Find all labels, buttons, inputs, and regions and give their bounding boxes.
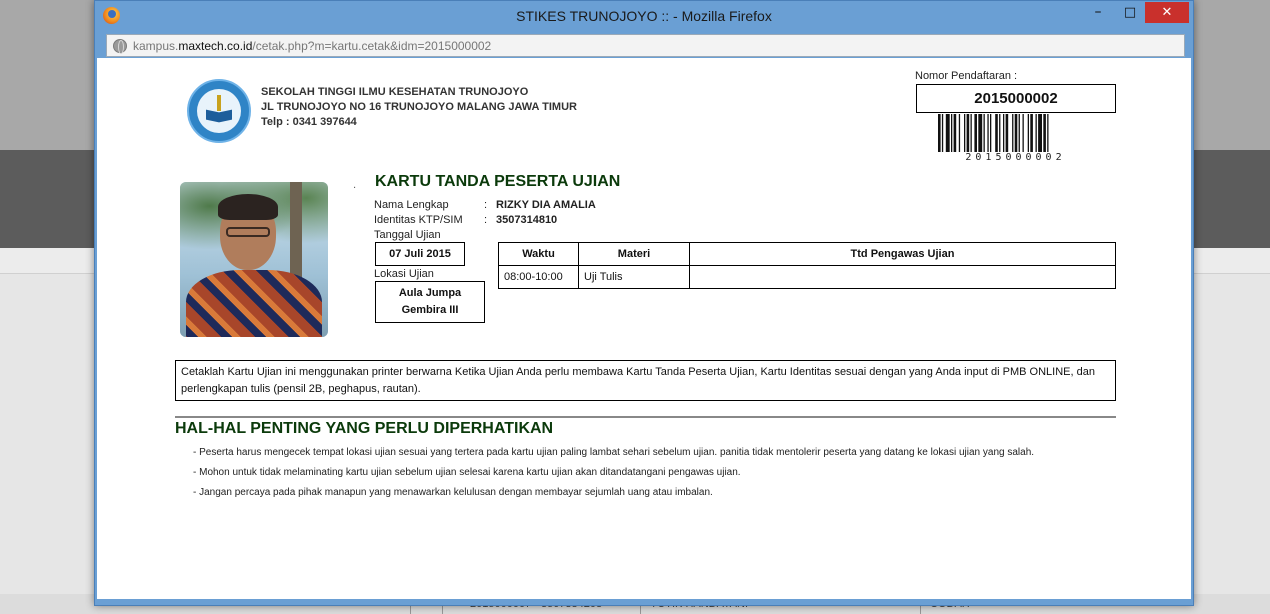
cell-waktu: 08:00-10:00 [498, 265, 579, 289]
window-title: STIKES TRUNOJOYO :: - Mozilla Firefox [516, 8, 772, 24]
participant-photo [180, 182, 328, 337]
col-ttd-pengawas: Ttd Pengawas Ujian [689, 242, 1116, 266]
section-divider [175, 416, 1116, 418]
maximize-button[interactable]: □ [1117, 2, 1143, 23]
print-notice: Cetaklah Kartu Ujian ini menggunakan pri… [175, 360, 1116, 401]
name-label: Nama Lengkap [374, 199, 449, 211]
id-label: Identitas KTP/SIM [374, 214, 463, 226]
table-row: 08:00-10:00 Uji Tulis [498, 265, 1116, 289]
url-prefix: kampus. [133, 39, 179, 53]
name-value: RIZKY DIA AMALIA [496, 199, 596, 211]
location-line-1: Aula Jumpa [398, 287, 462, 299]
globe-icon [113, 39, 127, 54]
popup-window: STIKES TRUNOJOYO :: - Mozilla Firefox – … [94, 0, 1194, 606]
id-colon: : [484, 214, 488, 226]
url-text[interactable]: kampus.maxtech.co.id/cetak.php?m=kartu.c… [133, 39, 491, 53]
school-logo [187, 79, 251, 143]
logo-emblem [206, 95, 232, 125]
registration-label: Nomor Pendaftaran : [915, 70, 1018, 82]
school-address: JL TRUNOJOYO NO 16 TRUNOJOYO MALANG JAWA… [261, 101, 577, 113]
col-materi: Materi [578, 242, 690, 266]
exam-location: Aula Jumpa Gembira III [375, 281, 485, 323]
url-path: /cetak.php?m=kartu.cetak&idm=2015000002 [252, 39, 492, 53]
window-titlebar[interactable]: STIKES TRUNOJOYO :: - Mozilla Firefox – … [95, 1, 1193, 32]
list-item: - Mohon untuk tidak melaminating kartu u… [193, 467, 741, 478]
school-name: SEKOLAH TINGGI ILMU KESEHATAN TRUNOJOYO [261, 86, 529, 98]
minimize-button[interactable]: – [1085, 2, 1111, 23]
barcode: 2015000002 [938, 114, 1093, 163]
exam-date: 07 Juli 2015 [375, 242, 465, 266]
col-waktu: Waktu [498, 242, 579, 266]
logo-book-left [206, 109, 219, 123]
table-header-row: Waktu Materi Ttd Pengawas Ujian [498, 242, 1116, 266]
decorative-dot: . [353, 180, 357, 191]
id-value: 3507314810 [496, 214, 558, 226]
school-info: SEKOLAH TINGGI ILMU KESEHATAN TRUNOJOYO … [261, 85, 577, 130]
close-button[interactable]: ✕ [1145, 2, 1189, 23]
name-colon: : [484, 199, 488, 211]
photo-hair [218, 194, 278, 220]
photo-shirt [186, 270, 322, 337]
barcode-bars [938, 114, 1049, 152]
location-line-2: Gembira III [401, 304, 459, 316]
list-item: - Peserta harus mengecek tempat lokasi u… [193, 447, 1035, 458]
exam-schedule-table: Waktu Materi Ttd Pengawas Ujian 08:00-10… [498, 242, 1116, 289]
card-title: KARTU TANDA PESERTA UJIAN [375, 173, 621, 190]
barcode-number: 2015000002 [965, 152, 1066, 163]
important-title: HAL-HAL PENTING YANG PERLU DIPERHATIKAN [175, 420, 554, 437]
cell-materi: Uji Tulis [578, 265, 690, 289]
page-content: SEKOLAH TINGGI ILMU KESEHATAN TRUNOJOYO … [97, 58, 1191, 599]
photo-glasses [226, 227, 270, 237]
date-label: Tanggal Ujian [374, 229, 441, 241]
school-phone: Telp : 0341 397644 [261, 116, 357, 128]
registration-number: 2015000002 [916, 84, 1116, 113]
logo-book-right [219, 109, 232, 123]
logo-torch [217, 95, 221, 111]
important-list: - Peserta harus mengecek tempat lokasi u… [193, 446, 1034, 506]
list-item: - Jangan percaya pada pihak manapun yang… [193, 487, 713, 498]
location-label: Lokasi Ujian [374, 268, 434, 280]
cell-ttd [689, 265, 1116, 289]
url-domain: maxtech.co.id [178, 39, 253, 53]
address-bar[interactable]: kampus.maxtech.co.id/cetak.php?m=kartu.c… [106, 34, 1185, 57]
